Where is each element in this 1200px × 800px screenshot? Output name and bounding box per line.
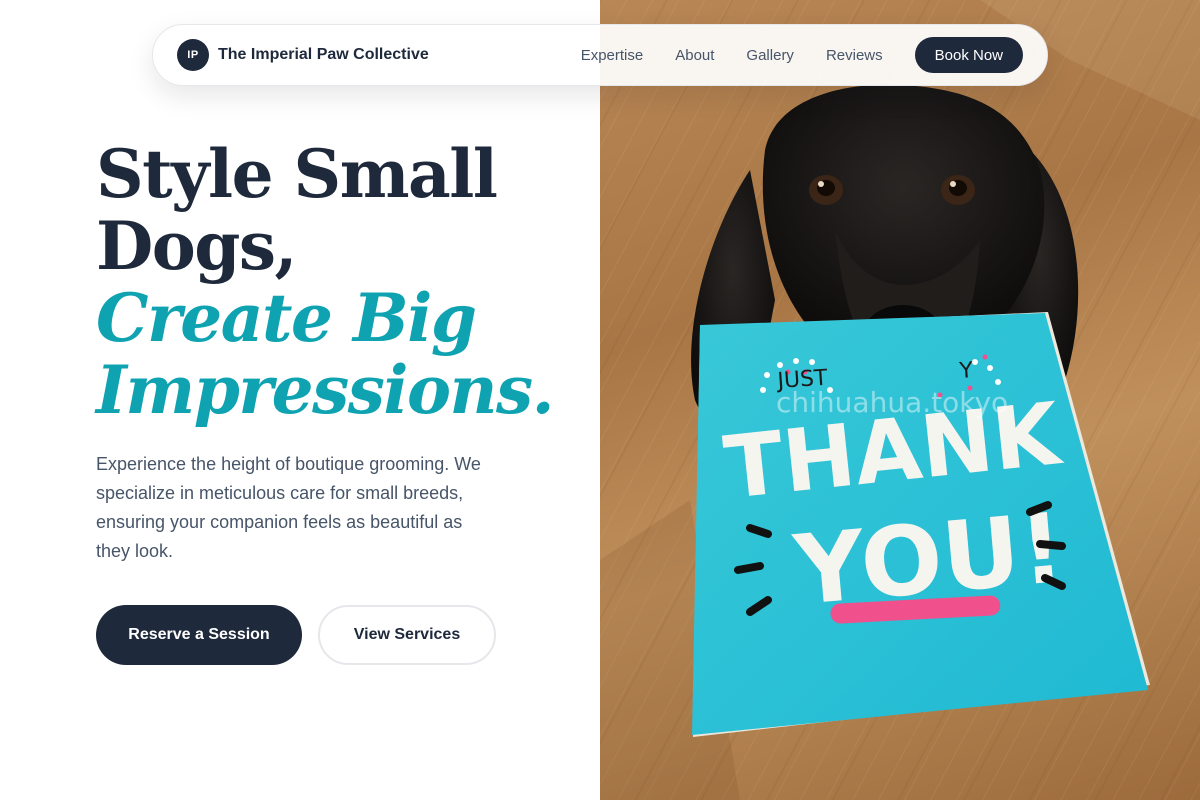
hero-title: Style Small Dogs, Create Big Impressions… xyxy=(96,138,576,426)
nav-links: Expertise About Gallery Reviews Book Now xyxy=(581,37,1023,73)
hero-accent-line2: Impressions. xyxy=(96,351,555,429)
nav-link-gallery[interactable]: Gallery xyxy=(746,47,794,64)
card-top-right-text: Y xyxy=(958,358,975,384)
hero-title-line2: Dogs, xyxy=(96,207,298,285)
hero-title-line1: Style Small xyxy=(96,135,498,213)
view-services-button[interactable]: View Services xyxy=(318,605,496,665)
hero-photo: JUST Y THANK YOU! chihuahua.tokyo xyxy=(600,0,1200,800)
watermark-text: chihuahua.tokyo xyxy=(776,386,1008,419)
dog-holding-card-illustration: JUST Y THANK YOU! chihuahua.tokyo xyxy=(600,0,1200,800)
nav-link-about[interactable]: About xyxy=(675,47,714,64)
top-navigation: IP The Imperial Paw Collective Expertise… xyxy=(152,24,1048,86)
book-now-button[interactable]: Book Now xyxy=(914,37,1023,73)
brand-name: The Imperial Paw Collective xyxy=(218,46,429,63)
reserve-session-button[interactable]: Reserve a Session xyxy=(96,605,302,665)
nav-link-expertise[interactable]: Expertise xyxy=(581,47,644,64)
brand-logo[interactable]: IP The Imperial Paw Collective xyxy=(177,39,429,71)
thank-you-card: JUST Y THANK YOU! chihuahua.tokyo xyxy=(692,312,1150,737)
brand-mark-icon: IP xyxy=(177,39,209,71)
hero-accent-line1: Create Big xyxy=(96,279,477,357)
nav-link-reviews[interactable]: Reviews xyxy=(826,47,883,64)
hero-description: Experience the height of boutique groomi… xyxy=(96,454,481,561)
